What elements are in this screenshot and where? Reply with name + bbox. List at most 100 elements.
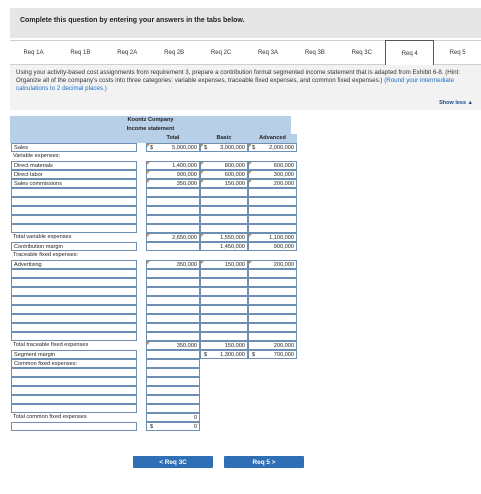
blank-label-cell[interactable] (11, 278, 137, 287)
blank-value-cell[interactable] (200, 278, 248, 287)
blank-value-cell[interactable] (248, 188, 297, 197)
blank-value-cell[interactable] (146, 323, 200, 332)
contribution-margin-advanced[interactable]: 900,000 (248, 242, 297, 251)
blank-value-cell[interactable] (200, 197, 248, 206)
blank-label-cell[interactable] (11, 188, 137, 197)
advertising-total[interactable]: 350,000 (146, 260, 200, 269)
blank-label-cell[interactable] (11, 323, 137, 332)
blank-label-cell[interactable] (11, 197, 137, 206)
sales-advanced[interactable]: $2,000,000 (248, 143, 297, 152)
segment-margin-advanced[interactable]: $700,000 (248, 350, 297, 359)
blank-value-cell[interactable] (200, 224, 248, 233)
blank-value-cell[interactable] (146, 188, 200, 197)
next-req-button[interactable]: Req 5 > (224, 456, 304, 468)
segment-margin-basic[interactable]: $1,300,000 (200, 350, 248, 359)
blank-value-cell[interactable] (146, 197, 200, 206)
show-less-link[interactable]: Show less ▲ (439, 100, 473, 106)
blank-label-cell[interactable] (11, 368, 137, 377)
blank-value-cell[interactable] (146, 368, 200, 377)
blank-label-cell[interactable] (11, 287, 137, 296)
sales-label[interactable]: Sales (11, 143, 137, 152)
sales-commissions-basic[interactable]: 150,000 (200, 179, 248, 188)
blank-value-cell[interactable] (146, 287, 200, 296)
net-operating-total[interactable]: $0 (146, 422, 200, 431)
direct-labor-total[interactable]: 900,000 (146, 170, 200, 179)
total-traceable-advanced[interactable]: 200,000 (248, 341, 297, 350)
blank-value-cell[interactable] (146, 386, 200, 395)
direct-materials-label[interactable]: Direct materials (11, 161, 137, 170)
blank-label-cell[interactable] (11, 206, 137, 215)
blank-label-cell[interactable] (11, 404, 137, 413)
blank-value-cell[interactable] (146, 224, 200, 233)
blank-value-cell[interactable] (248, 278, 297, 287)
segment-margin-label[interactable]: Segment margin (11, 350, 137, 359)
blank-value-cell[interactable] (248, 323, 297, 332)
tab-req-2b[interactable]: Req 2B (151, 41, 198, 64)
tab-req-1a[interactable]: Req 1A (10, 41, 57, 64)
total-common-total[interactable]: 0 (146, 413, 200, 422)
total-variable-basic[interactable]: 1,550,000 (200, 233, 248, 242)
blank-value-cell[interactable] (146, 332, 200, 341)
blank-value-cell[interactable] (146, 296, 200, 305)
total-traceable-total[interactable]: 350,000 (146, 341, 200, 350)
blank-value-cell[interactable] (200, 269, 248, 278)
blank-label-cell[interactable] (11, 269, 137, 278)
total-traceable-basic[interactable]: 150,000 (200, 341, 248, 350)
blank-value-cell[interactable] (146, 305, 200, 314)
blank-value-cell[interactable] (200, 287, 248, 296)
advertising-basic[interactable]: 150,000 (200, 260, 248, 269)
advertising-label[interactable]: Advertising (11, 260, 137, 269)
sales-commissions-total[interactable]: 350,000 (146, 179, 200, 188)
direct-materials-basic[interactable]: 800,000 (200, 161, 248, 170)
blank-value-cell[interactable] (248, 314, 297, 323)
blank-value-cell[interactable] (248, 305, 297, 314)
blank-label-cell[interactable] (11, 305, 137, 314)
direct-labor-basic[interactable]: 600,000 (200, 170, 248, 179)
direct-materials-total[interactable]: 1,400,000 (146, 161, 200, 170)
tab-req-4[interactable]: Req 4 (385, 40, 435, 66)
tab-req-2c[interactable]: Req 2C (198, 41, 245, 64)
tab-req-5[interactable]: Req 5 (434, 41, 481, 64)
common-fixed-total[interactable] (146, 359, 200, 368)
blank-value-cell[interactable] (248, 206, 297, 215)
prev-req-button[interactable]: < Req 3C (133, 456, 213, 468)
blank-label-cell[interactable] (11, 332, 137, 341)
blank-value-cell[interactable] (248, 287, 297, 296)
blank-value-cell[interactable] (248, 215, 297, 224)
blank-label-cell[interactable] (11, 224, 137, 233)
blank-value-cell[interactable] (146, 395, 200, 404)
blank-value-cell[interactable] (200, 296, 248, 305)
sales-basic[interactable]: $3,000,000 (200, 143, 248, 152)
blank-label-cell[interactable] (11, 314, 137, 323)
tab-req-3a[interactable]: Req 3A (245, 41, 292, 64)
blank-value-cell[interactable] (146, 278, 200, 287)
blank-value-cell[interactable] (200, 323, 248, 332)
sales-commissions-label[interactable]: Sales commissions (11, 179, 137, 188)
contribution-margin-basic[interactable]: 1,450,000 (200, 242, 248, 251)
blank-label-cell[interactable] (11, 215, 137, 224)
direct-materials-advanced[interactable]: 600,000 (248, 161, 297, 170)
segment-margin-total[interactable] (146, 350, 200, 359)
blank-value-cell[interactable] (200, 206, 248, 215)
blank-label-cell[interactable] (11, 377, 137, 386)
blank-value-cell[interactable] (146, 404, 200, 413)
blank-value-cell[interactable] (200, 332, 248, 341)
total-variable-advanced[interactable]: 1,100,000 (248, 233, 297, 242)
blank-value-cell[interactable] (146, 215, 200, 224)
blank-value-cell[interactable] (200, 305, 248, 314)
blank-value-cell[interactable] (248, 269, 297, 278)
direct-labor-label[interactable]: Direct labor (11, 170, 137, 179)
tab-req-1b[interactable]: Req 1B (57, 41, 104, 64)
blank-value-cell[interactable] (248, 332, 297, 341)
tab-req-2a[interactable]: Req 2A (104, 41, 151, 64)
blank-value-cell[interactable] (248, 224, 297, 233)
tab-req-3b[interactable]: Req 3B (291, 41, 338, 64)
blank-label-cell[interactable] (11, 395, 137, 404)
direct-labor-advanced[interactable]: 300,000 (248, 170, 297, 179)
sales-commissions-advanced[interactable]: 200,000 (248, 179, 297, 188)
net-operating-label[interactable] (11, 422, 137, 431)
contribution-margin-total[interactable] (146, 242, 200, 251)
blank-value-cell[interactable] (146, 269, 200, 278)
blank-label-cell[interactable] (11, 386, 137, 395)
blank-label-cell[interactable] (11, 296, 137, 305)
